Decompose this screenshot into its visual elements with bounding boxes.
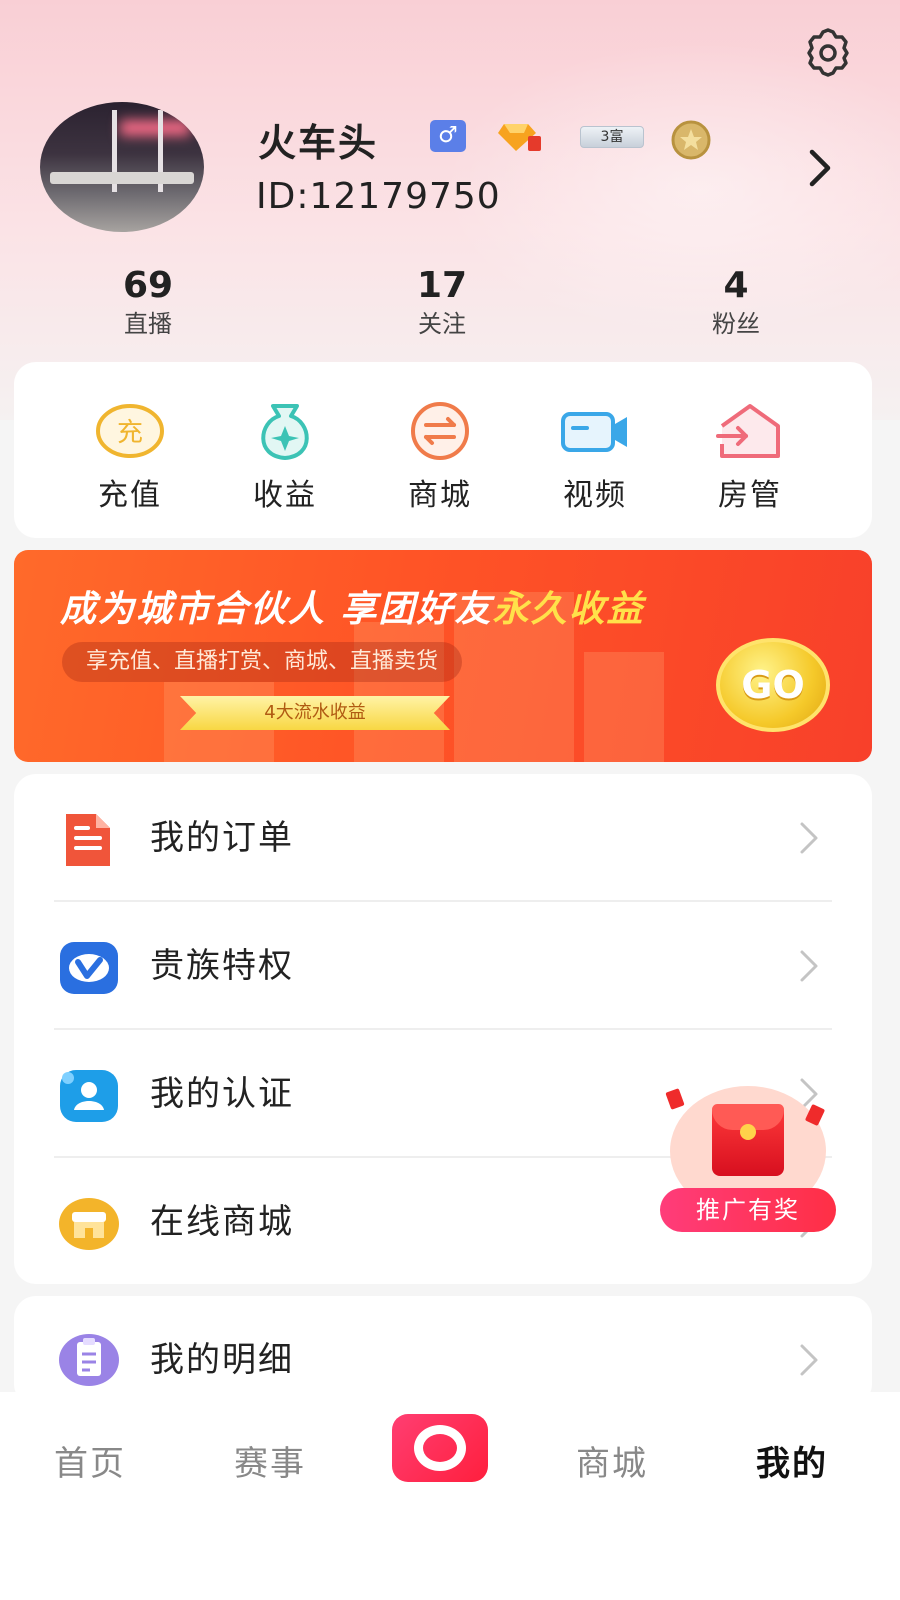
stat-following-value: 17 — [416, 265, 468, 306]
menu-item-label: 我的明细 — [150, 1340, 294, 1380]
tab-home[interactable]: 首页 — [30, 1436, 150, 1485]
quick-actions-card: 充 充值 收益 商城 视频 房管 — [14, 362, 872, 538]
chevron-right-icon — [800, 1344, 818, 1376]
menu-item-label: 我的认证 — [150, 1074, 294, 1114]
quick-action-mall[interactable]: 商城 — [370, 400, 510, 514]
quick-action-label: 收益 — [253, 478, 317, 513]
nickname: 火车头 — [258, 121, 379, 165]
red-envelope-icon — [712, 1104, 784, 1176]
quick-action-label: 视频 — [563, 478, 627, 513]
menu-item-label: 在线商城 — [150, 1202, 294, 1242]
banner-building-decoration — [584, 652, 664, 762]
stat-following-label: 关注 — [418, 310, 466, 338]
stat-fans-label: 粉丝 — [712, 310, 760, 338]
recharge-icon: 充 — [96, 404, 164, 458]
menu-item-my-orders[interactable]: 我的订单 — [14, 774, 872, 902]
chevron-right-icon[interactable] — [800, 144, 840, 192]
svg-text:充: 充 — [117, 418, 143, 448]
user-id: ID:12179750 — [256, 176, 501, 217]
rich-level-badge: 3富 — [580, 126, 644, 148]
banner-headline: 成为城市合伙人 享团好友永久收益 — [60, 580, 645, 632]
avatar[interactable] — [40, 102, 204, 232]
mini-envelope-icon — [665, 1088, 685, 1110]
video-camera-icon — [561, 412, 627, 452]
tab-mall[interactable]: 商城 — [552, 1436, 672, 1485]
quick-action-recharge[interactable]: 充 充值 — [60, 400, 200, 514]
promo-label: 推广有奖 — [660, 1188, 836, 1232]
quick-action-room-admin[interactable]: 房管 — [680, 400, 820, 514]
menu-item-noble-privilege[interactable]: 贵族特权 — [14, 902, 872, 1030]
menu-card-secondary: 我的明细 — [14, 1296, 872, 1406]
user-verify-icon — [60, 1070, 118, 1122]
exchange-arrows-icon — [411, 402, 469, 460]
medal-icon — [671, 120, 711, 160]
stat-live-label: 直播 — [124, 310, 172, 338]
live-record-icon[interactable] — [392, 1414, 488, 1482]
tab-events[interactable]: 赛事 — [210, 1436, 330, 1485]
stats-bar: 69 直播 17 关注 4 粉丝 — [0, 264, 900, 354]
clipboard-icon — [59, 1334, 119, 1386]
chevron-right-icon — [800, 822, 818, 854]
partner-banner[interactable]: 成为城市合伙人 享团好友永久收益 享充值、直播打赏、商城、直播卖货 4大流水收益… — [14, 550, 872, 762]
banner-go-button[interactable]: GO — [716, 638, 830, 732]
gear-icon[interactable] — [800, 24, 856, 80]
stat-fans-value: 4 — [723, 265, 749, 306]
promo-float-button[interactable]: 推广有奖 — [660, 1082, 836, 1232]
banner-headline-highlight: 永久收益 — [492, 589, 645, 630]
document-icon — [66, 814, 110, 866]
tab-mine[interactable]: 我的 — [732, 1436, 852, 1485]
quick-action-label: 房管 — [718, 478, 782, 513]
money-bag-icon — [261, 404, 309, 460]
stat-fans[interactable]: 4 粉丝 — [656, 264, 816, 340]
stat-live[interactable]: 69 直播 — [68, 264, 228, 340]
menu-item-label: 我的订单 — [150, 818, 294, 858]
stat-live-value: 69 — [122, 265, 174, 306]
banner-headline-main: 成为城市合伙人 享团好友 — [60, 589, 493, 630]
diamond-badge-icon — [498, 124, 541, 151]
store-icon — [59, 1198, 119, 1250]
chevron-right-icon — [800, 950, 818, 982]
quick-action-earnings[interactable]: 收益 — [215, 400, 355, 514]
quick-action-video[interactable]: 视频 — [525, 400, 665, 514]
quick-action-label: 充值 — [98, 478, 162, 513]
menu-item-label: 贵族特权 — [150, 946, 294, 986]
gender-badge: ♂ — [430, 120, 466, 152]
stat-following[interactable]: 17 关注 — [362, 264, 522, 340]
banner-ribbon: 4大流水收益 — [180, 696, 450, 730]
vip-v-icon — [60, 942, 118, 994]
bottom-tab-bar: 首页 赛事 商城 我的 — [0, 1392, 900, 1600]
house-enter-icon — [716, 404, 780, 458]
banner-subline: 享充值、直播打赏、商城、直播卖货 — [62, 642, 463, 682]
quick-action-label: 商城 — [408, 478, 472, 513]
